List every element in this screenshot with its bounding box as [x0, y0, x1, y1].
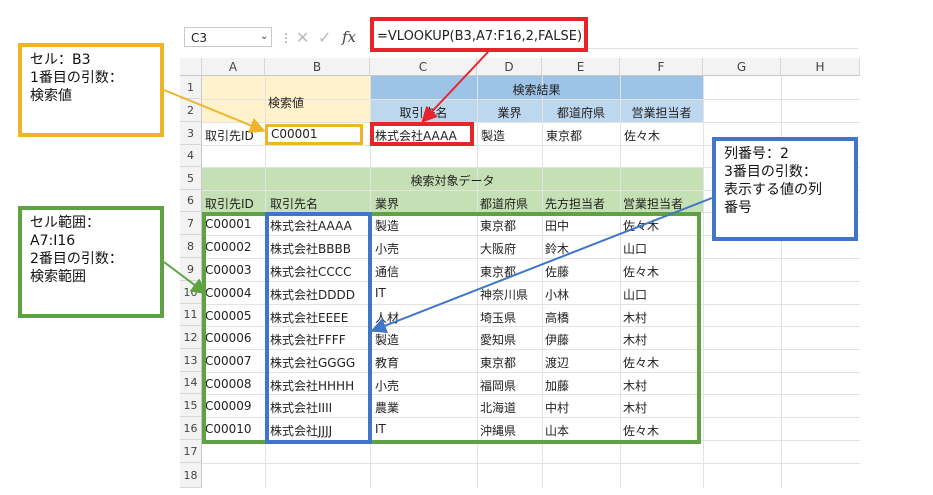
- annotation-arrows: [163, 51, 713, 334]
- arrow-note-to-lookup-value: [163, 89, 266, 133]
- arrow-formula-to-result: [421, 51, 489, 123]
- arrow-note-to-range: [163, 261, 208, 295]
- arrow-note-to-column: [370, 197, 713, 334]
